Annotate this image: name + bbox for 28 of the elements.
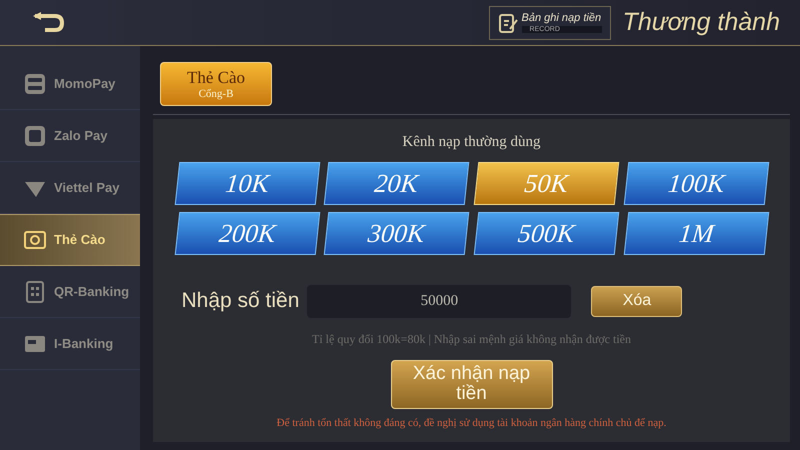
sidebar-item[interactable]: QR-Banking <box>0 266 140 318</box>
sidebar-item[interactable]: Thẻ Cào <box>0 214 140 266</box>
qr-phone-icon <box>24 280 46 302</box>
confirm-deposit-button[interactable]: Xác nhận nạp tiền <box>390 360 552 408</box>
exchange-rate-note: Tỉ lệ quy đổi 100k=80k | Nhập sai mệnh giá không nhận được tiền <box>312 330 631 348</box>
back-arrow-icon <box>31 12 65 34</box>
wallet-logo-icon <box>24 124 46 146</box>
money-card-icon <box>24 229 46 251</box>
amount-option[interactable]: 1M <box>624 212 769 254</box>
amount-option[interactable]: 100K <box>624 162 769 204</box>
sidebar-item[interactable]: I-Banking <box>0 318 140 370</box>
clear-button[interactable]: Xóa <box>591 286 682 316</box>
amount-option[interactable]: 50K <box>474 162 619 204</box>
sidebar-item[interactable]: Zalo Pay <box>0 110 140 162</box>
amount-input[interactable]: 50000 <box>307 284 572 318</box>
sidebar-item[interactable]: MomoPay <box>0 58 140 110</box>
panel-heading: Kênh nạp thường dùng <box>402 133 541 152</box>
amount-option[interactable]: 10K <box>174 162 320 204</box>
page-title: Thương thành <box>622 6 780 38</box>
amount-option[interactable]: 20K <box>324 162 470 204</box>
amount-option[interactable]: 500K <box>474 212 619 254</box>
amount-option[interactable]: 200K <box>174 212 320 254</box>
amount-label: Nhập số tiền <box>182 288 300 314</box>
warning-text: Để tránh tổn thất không đáng có, đề nghị sử dụng tài khoản ngân hàng chính chủ để nạp. <box>276 416 666 430</box>
clipboard-pen-icon <box>498 12 518 34</box>
wallet-logo-icon <box>24 72 46 94</box>
amount-option[interactable]: 300K <box>324 212 470 254</box>
gateway-tab[interactable]: Thẻ Cào Cổng-B <box>160 62 272 106</box>
